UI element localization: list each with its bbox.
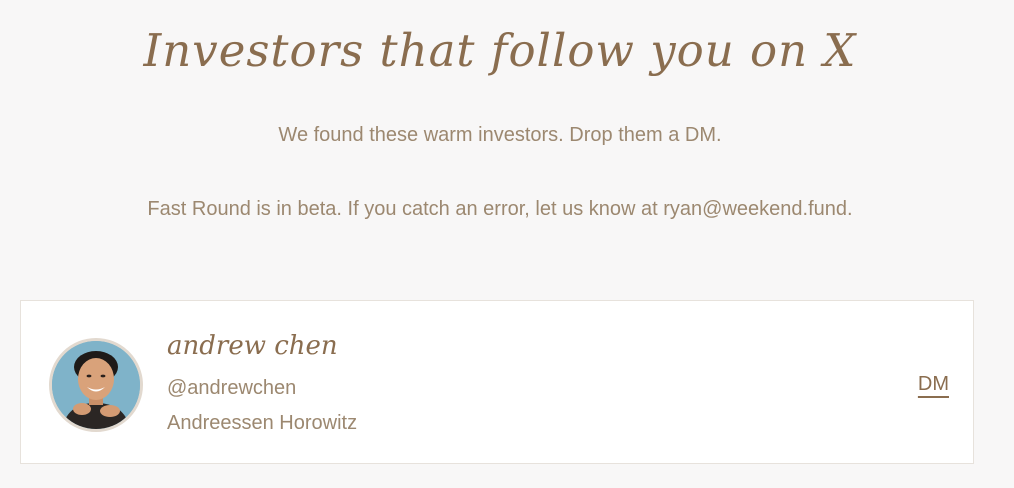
investor-card: andrew chen @andrewchen Andreessen Horow… bbox=[20, 300, 974, 464]
dm-button[interactable]: DM bbox=[918, 373, 949, 396]
page-title: Investors that follow you on X bbox=[143, 24, 857, 77]
investor-handle[interactable]: @andrewchen bbox=[167, 377, 296, 400]
investor-name: andrew chen bbox=[167, 331, 338, 361]
avatar bbox=[49, 338, 143, 432]
person-photo-icon bbox=[52, 341, 140, 429]
beta-notice: Fast Round is in beta. If you catch an e… bbox=[147, 198, 853, 220]
investor-firm: Andreessen Horowitz bbox=[167, 412, 358, 434]
page-subtitle: We found these warm investors. Drop them… bbox=[278, 124, 722, 146]
